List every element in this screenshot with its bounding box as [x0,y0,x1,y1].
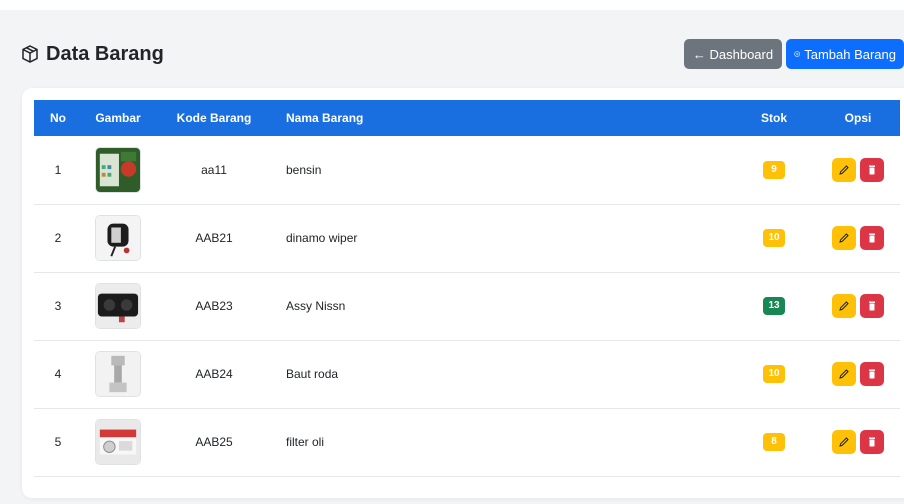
delete-button[interactable] [860,226,884,250]
row-actions [816,136,900,204]
row-actions [816,340,900,408]
row-nama: Assy Nissn [286,299,346,313]
table-card: No Gambar Kode Barang Nama Barang Stok O… [22,88,904,498]
pencil-icon [839,301,849,311]
table-row: 3 AAB23 Assy Nissn 13 [34,272,900,340]
delete-button[interactable] [860,430,884,454]
items-table: No Gambar Kode Barang Nama Barang Stok O… [34,100,900,477]
dashboard-button[interactable]: ← Dashboard [684,39,782,69]
stok-badge: 13 [763,297,785,315]
row-image-cell [82,272,154,340]
stok-badge: 10 [763,229,785,247]
row-image-cell [82,340,154,408]
column-header-kode: Kode Barang [176,111,252,125]
edit-button[interactable] [832,226,856,250]
product-image[interactable] [95,351,141,397]
top-bar [0,0,904,10]
stok-badge: 9 [763,160,785,179]
row-no: 4 [54,367,62,381]
stok-badge: 10 [763,365,785,383]
add-item-button[interactable]: Tambah Barang [786,39,904,69]
table-body: 1 aa11 bensin 9 2 AAB21 dinamo wiper 10 … [34,136,900,476]
row-stok-cell: 13 [732,272,816,340]
row-image-cell [82,408,154,476]
trash-icon [869,165,875,175]
page-title: Data Barang [20,43,164,66]
box-icon [22,45,38,63]
row-nama: filter oli [286,435,325,449]
add-item-button-label: Tambah Barang [804,46,896,62]
table-header: No Gambar Kode Barang Nama Barang Stok O… [34,100,900,136]
row-stok-cell: 10 [732,204,816,272]
delete-button[interactable] [860,362,884,386]
row-nama: bensin [286,162,322,177]
row-kode: AAB23 [195,299,233,313]
stok-badge: 8 [763,433,785,451]
column-header-no: No [50,111,66,125]
edit-button[interactable] [832,362,856,386]
edit-button[interactable] [832,430,856,454]
column-header-nama: Nama Barang [286,111,364,125]
row-no: 5 [54,435,62,449]
row-no: 1 [54,162,62,177]
pencil-icon [839,369,849,379]
table-row: 1 aa11 bensin 9 [34,136,900,204]
product-image[interactable] [95,146,141,193]
column-header-opsi: Opsi [844,111,872,125]
page-header: Data Barang ← Dashboard Tambah Barang [20,38,904,70]
row-stok-cell: 9 [732,136,816,204]
product-image[interactable] [95,283,141,329]
pencil-icon [839,233,849,243]
trash-icon [869,437,875,447]
row-image-cell [82,136,154,204]
pencil-icon [839,165,849,175]
product-image[interactable] [95,215,141,261]
row-stok-cell: 10 [732,340,816,408]
delete-button[interactable] [860,294,884,318]
row-stok-cell: 8 [732,408,816,476]
row-kode: AAB25 [195,435,233,449]
table-row: 5 AAB25 filter oli 8 [34,408,900,476]
table-row: 4 AAB24 Baut roda 10 [34,340,900,408]
delete-button[interactable] [860,157,884,182]
product-image[interactable] [95,419,141,465]
row-kode: AAB21 [195,231,233,245]
row-no: 2 [54,231,62,245]
row-nama: dinamo wiper [286,231,358,245]
edit-button[interactable] [832,157,856,182]
row-kode: aa11 [201,162,227,177]
column-header-stok: Stok [760,111,787,125]
edit-button[interactable] [832,294,856,318]
dashboard-button-label: ← Dashboard [692,46,774,62]
plus-circle-icon [794,51,800,57]
trash-icon [869,233,875,243]
column-header-gambar: Gambar [95,111,141,125]
page-title-text: Data Barang [46,42,164,65]
trash-icon [869,369,875,379]
header-actions: ← Dashboard Tambah Barang [684,39,904,69]
row-actions [816,272,900,340]
row-no: 3 [54,299,62,313]
row-nama: Baut roda [286,367,339,381]
row-image-cell [82,204,154,272]
table-header-row: No Gambar Kode Barang Nama Barang Stok O… [34,100,900,136]
row-kode: AAB24 [195,367,233,381]
pencil-icon [839,437,849,447]
trash-icon [869,301,875,311]
row-actions [816,408,900,476]
row-actions [816,204,900,272]
table-row: 2 AAB21 dinamo wiper 10 [34,204,900,272]
